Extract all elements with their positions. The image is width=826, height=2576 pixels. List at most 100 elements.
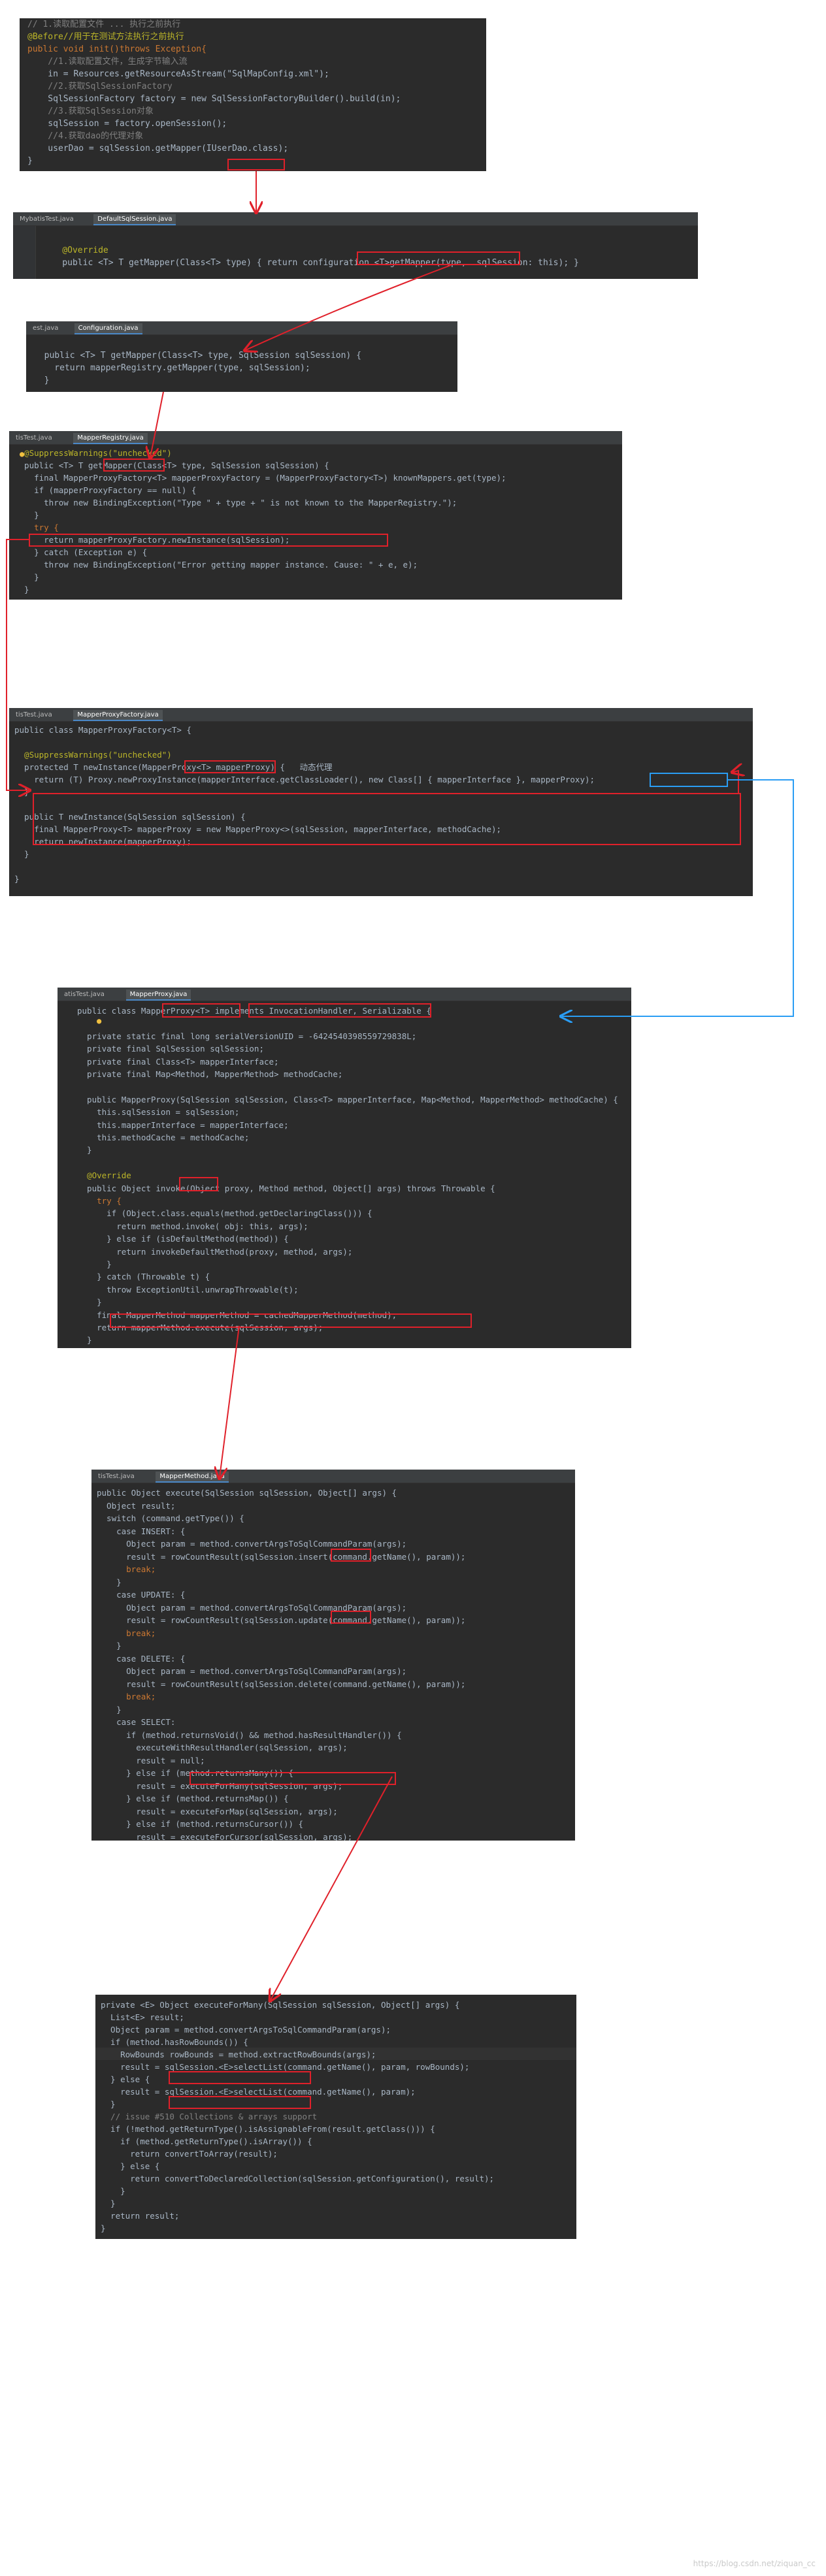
code-line: if (method.hasRowBounds()) { bbox=[101, 2037, 248, 2047]
code-line: } bbox=[97, 1577, 122, 1587]
code-line: SqlSessionFactory factory = new SqlSessi… bbox=[27, 94, 401, 104]
code-line: @SuppressWarnings("unchecked") bbox=[14, 448, 172, 458]
code-line: return mapperProxyFactory.newInstance(sq… bbox=[14, 535, 290, 545]
code-panel-configuration: est.java Configuration.java public <T> T … bbox=[26, 321, 457, 392]
code-panel-mapperproxy: atisTest.java MapperProxy.java ● public c… bbox=[58, 988, 631, 1348]
code-line: return newInstance(mapperProxy); bbox=[14, 837, 191, 846]
highlight-getmapper bbox=[227, 159, 285, 170]
code-line: this.sqlSession = sqlSession; bbox=[77, 1107, 240, 1118]
code-line: public <T> T getMapper(Class<T> type) { … bbox=[42, 258, 579, 268]
code-panel-mapperregistry: tisTest.java MapperRegistry.java ● @Suppr… bbox=[9, 431, 622, 600]
editor-tab[interactable]: est.java bbox=[29, 323, 62, 333]
editor-tabs: tisTest.java MapperProxyFactory.java bbox=[9, 708, 753, 722]
code-line: Object param = method.convertArgsToSqlCo… bbox=[97, 1666, 407, 1676]
code-line: result = sqlSession.<E>selectList(comman… bbox=[101, 2087, 416, 2097]
code-line: result = rowCountResult(sqlSession.inser… bbox=[97, 1551, 466, 1562]
code-line: protected T newInstance(MapperProxy<T> m… bbox=[14, 762, 333, 772]
editor-tab[interactable]: MapperProxyFactory.java bbox=[73, 710, 163, 721]
code-line: result = rowCountResult(sqlSession.updat… bbox=[97, 1615, 466, 1625]
editor-tab[interactable]: Configuration.java bbox=[74, 323, 142, 334]
code-line: } bbox=[77, 1335, 92, 1345]
code-line: } else if (method.returnsMap()) { bbox=[97, 1794, 289, 1803]
code-line: break; bbox=[97, 1628, 156, 1638]
editor-tabs: est.java Configuration.java bbox=[26, 321, 457, 335]
code-line: if (method.getReturnType().isArray()) { bbox=[101, 2136, 312, 2146]
code-line: throw ExceptionUtil.unwrapThrowable(t); bbox=[77, 1284, 299, 1295]
code-line: return method.invoke( obj: this, args); bbox=[77, 1221, 308, 1231]
code-line: if (method.returnsVoid() && method.hasRe… bbox=[97, 1730, 402, 1740]
code-line: } else if (method.returnsMany()) { bbox=[97, 1768, 294, 1778]
code-line: Object result; bbox=[97, 1500, 176, 1511]
editor-tab[interactable]: DefaultSqlSession.java bbox=[93, 214, 176, 225]
code-line: userDao = sqlSession.getMapper(IUserDao.… bbox=[27, 144, 289, 153]
code-panel-executeformany: private <E> Object executeForMany(SqlSes… bbox=[95, 1995, 576, 2239]
code-line: } bbox=[34, 376, 50, 385]
code-line: switch (command.getType()) { bbox=[97, 1513, 244, 1523]
code-line: this.mapperInterface = mapperInterface; bbox=[77, 1119, 289, 1130]
code-line: //2.获取SqlSessionFactory bbox=[27, 82, 173, 91]
code-line: throw new BindingException("Error gettin… bbox=[14, 560, 418, 570]
code-line: case INSERT: { bbox=[97, 1526, 186, 1536]
code-panel-mapperproxyfactory: tisTest.java MapperProxyFactory.java publ… bbox=[9, 708, 753, 896]
code-line: } else if (isDefaultMethod(method)) { bbox=[77, 1234, 289, 1244]
code-line: final MapperProxy<T> mapperProxy = new M… bbox=[14, 824, 502, 834]
code-line: List<E> result; bbox=[101, 2012, 184, 2022]
code-line: executeWithResultHandler(sqlSession, arg… bbox=[97, 1743, 348, 1752]
code-line: //1.读取配置文件，生成字节输入流 bbox=[27, 57, 188, 67]
code-line: } bbox=[97, 1641, 122, 1650]
code-line: // issue #510 Collections & arrays suppo… bbox=[101, 2112, 318, 2121]
line-gutter bbox=[58, 1001, 74, 1348]
code-line: } else if (method.returnsCursor()) { bbox=[97, 1819, 304, 1829]
code-line: return convertToArray(result); bbox=[101, 2149, 278, 2159]
code-line: } else { bbox=[101, 2074, 150, 2084]
code-line: return mapperRegistry.getMapper(type, sq… bbox=[34, 363, 310, 373]
code-line: @Before//用于在测试方法执行之前执行 bbox=[27, 32, 184, 42]
code-line: break; bbox=[97, 1564, 156, 1574]
code-line: //4.获取dao的代理对象 bbox=[27, 131, 144, 141]
code-line: try { bbox=[77, 1196, 122, 1206]
editor-tab[interactable]: atisTest.java bbox=[60, 990, 108, 999]
code-line: public <T> T getMapper(Class<T> type, Sq… bbox=[14, 460, 329, 470]
code-line: } bbox=[101, 2223, 106, 2233]
code-line: } else { bbox=[101, 2161, 160, 2171]
code-line: throw new BindingException("Type " + typ… bbox=[14, 498, 457, 507]
code-line: @SuppressWarnings("unchecked") bbox=[14, 750, 172, 760]
code-line: } bbox=[14, 874, 20, 884]
code-line: result = executeForMany(sqlSession, args… bbox=[97, 1780, 343, 1791]
code-line: public void init()throws Exception{ bbox=[27, 44, 206, 54]
code-line: if (Object.class.equals(method.getDeclar… bbox=[77, 1208, 372, 1219]
editor-tab[interactable]: MapperRegistry.java bbox=[73, 433, 148, 444]
code-line: } bbox=[77, 1297, 102, 1308]
code-line: return invokeDefaultMethod(proxy, method… bbox=[77, 1246, 353, 1257]
editor-tab[interactable]: MapperMethod.java bbox=[156, 1472, 229, 1483]
highlight-selectlist-rowbounds bbox=[169, 2071, 311, 2084]
code-line: public Object invoke(Object proxy, Metho… bbox=[77, 1183, 495, 1193]
code-line: } bbox=[101, 2186, 125, 2196]
code-line: private <E> Object executeForMany(SqlSes… bbox=[101, 2000, 460, 2010]
code-line: Object param = method.convertArgsToSqlCo… bbox=[101, 2025, 391, 2035]
editor-tabs: MybatisTest.java DefaultSqlSession.java bbox=[13, 212, 698, 226]
editor-tab[interactable]: MybatisTest.java bbox=[16, 214, 78, 224]
code-line: if (!method.getReturnType().isAssignable… bbox=[101, 2124, 435, 2134]
lightbulb-icon: ● bbox=[97, 1016, 102, 1025]
code-line: public class MapperProxyFactory<T> { bbox=[14, 725, 191, 735]
code-line: public class MapperProxy<T> implements I… bbox=[77, 1006, 431, 1016]
code-line: private final Map<Method, MapperMethod> … bbox=[77, 1069, 343, 1079]
code-panel-mybatistest: // 1.读取配置文件 ... 执行之前执行 @Before//用于在测试方法执行… bbox=[20, 18, 486, 171]
code-line: } bbox=[14, 849, 29, 859]
highlight-selectlist bbox=[169, 2096, 311, 2109]
code-line: result = sqlSession.<E>selectList(comman… bbox=[101, 2062, 470, 2072]
line-gutter bbox=[13, 226, 36, 279]
highlight-mapperproxy-arg bbox=[650, 773, 728, 787]
editor-tab[interactable]: tisTest.java bbox=[94, 1472, 139, 1481]
code-line: final MapperProxyFactory<T> mapperProxyF… bbox=[14, 473, 506, 483]
editor-tab[interactable]: MapperProxy.java bbox=[125, 990, 191, 1001]
code-line: } catch (Exception e) { bbox=[14, 547, 148, 557]
code-line: result = null; bbox=[97, 1755, 205, 1765]
code-line: } catch (Throwable t) { bbox=[77, 1272, 210, 1282]
code-line: sqlSession = factory.openSession(); bbox=[27, 119, 227, 129]
editor-tab[interactable]: tisTest.java bbox=[12, 710, 56, 720]
editor-tab[interactable]: tisTest.java bbox=[12, 433, 56, 443]
code-line: } bbox=[14, 572, 39, 582]
code-line: RowBounds rowBounds = method.extractRowB… bbox=[101, 2050, 376, 2059]
